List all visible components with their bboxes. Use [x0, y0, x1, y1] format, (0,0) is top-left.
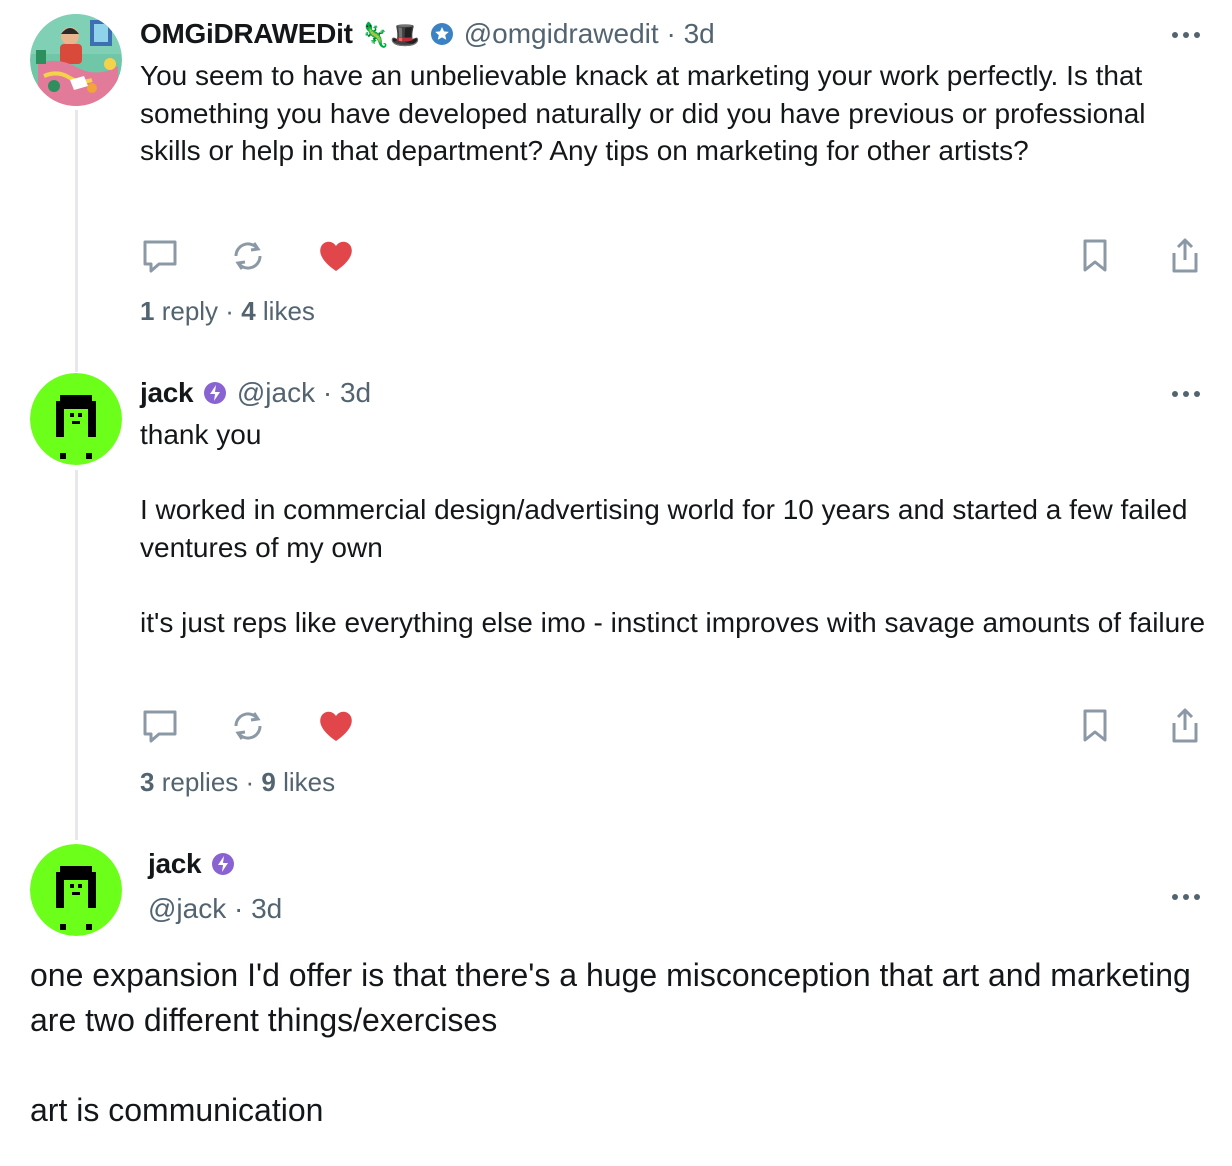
user-handle[interactable]: @omgidrawedit: [464, 18, 659, 49]
post-text: I worked in commercial design/advertisin…: [140, 494, 1188, 563]
user-handle[interactable]: @jack: [148, 893, 226, 924]
post-jack-reply[interactable]: jack @jack · 3d thank you I worked in co…: [0, 360, 1232, 820]
separator-dot: ·: [245, 767, 262, 797]
separator-dot: ·: [666, 18, 676, 49]
avatar-omgidrawedit[interactable]: [30, 14, 122, 106]
reply-icon[interactable]: [140, 706, 180, 746]
post-time[interactable]: 3d: [684, 18, 715, 49]
thread-view: OMGiDRAWEDit 🦎🎩 @omgidrawedit · 3d You s…: [0, 0, 1232, 1166]
likes-stat[interactable]: 9 likes: [261, 767, 335, 797]
replies-stat[interactable]: 3 replies: [140, 767, 238, 797]
verified-badge-icon: [430, 20, 454, 54]
replies-stat[interactable]: 1 reply: [140, 296, 218, 326]
verified-badge-icon: [211, 850, 235, 884]
likes-stat[interactable]: 4 likes: [241, 296, 315, 326]
post-subheader: @jack · 3d: [148, 892, 282, 926]
share-icon[interactable]: [1165, 236, 1205, 276]
more-icon[interactable]: [1170, 30, 1202, 40]
post-jack-focused[interactable]: jack @jack · 3d one expansion I'd offer …: [0, 820, 1232, 1166]
post-omgidrawedit[interactable]: OMGiDRAWEDit 🦎🎩 @omgidrawedit · 3d You s…: [0, 0, 1232, 360]
share-icon[interactable]: [1165, 706, 1205, 746]
display-name[interactable]: OMGiDRAWEDit: [140, 18, 353, 49]
separator-dot: ·: [322, 377, 333, 408]
post-body: thank you I worked in commercial design/…: [140, 416, 1210, 641]
pixel-avatar-icon: [30, 373, 122, 465]
repost-icon[interactable]: [228, 706, 268, 746]
post-text: art is communication: [30, 1092, 324, 1128]
verified-badge-icon: [203, 379, 227, 413]
action-bar: [140, 236, 1210, 276]
more-icon[interactable]: [1170, 389, 1202, 399]
post-time[interactable]: 3d: [340, 377, 371, 408]
post-body: You seem to have an unbelievable knack a…: [140, 57, 1210, 170]
post-text: thank you: [140, 419, 262, 450]
post-header: jack @jack · 3d: [140, 376, 371, 413]
name-emojis: 🦎🎩: [360, 22, 421, 49]
post-text: one expansion I'd offer is that there's …: [30, 957, 1191, 1038]
repost-icon[interactable]: [228, 236, 268, 276]
display-name[interactable]: jack: [140, 377, 194, 408]
display-name[interactable]: jack: [148, 848, 202, 879]
post-header: jack: [148, 847, 237, 884]
reply-icon[interactable]: [140, 236, 180, 276]
bookmark-icon[interactable]: [1075, 706, 1115, 746]
separator-dot: ·: [225, 296, 242, 326]
bookmark-icon[interactable]: [1075, 236, 1115, 276]
avatar-illustration-icon: [30, 14, 122, 106]
avatar-jack[interactable]: [30, 373, 122, 465]
pixel-avatar-icon: [30, 844, 122, 936]
more-icon[interactable]: [1170, 892, 1202, 902]
user-handle[interactable]: @jack: [237, 377, 315, 408]
post-text: You seem to have an unbelievable knack a…: [140, 60, 1146, 166]
heart-icon[interactable]: [316, 706, 356, 746]
post-text: it's just reps like everything else imo …: [140, 606, 1206, 638]
action-bar: [140, 706, 1210, 746]
post-body: one expansion I'd offer is that there's …: [30, 953, 1210, 1133]
heart-icon[interactable]: [316, 236, 356, 276]
post-header: OMGiDRAWEDit 🦎🎩 @omgidrawedit · 3d: [140, 17, 715, 54]
avatar-jack[interactable]: [30, 844, 122, 936]
post-stats: 1 reply · 4 likes: [140, 296, 315, 327]
separator-dot: ·: [234, 893, 244, 924]
post-stats: 3 replies · 9 likes: [140, 767, 335, 798]
post-time[interactable]: 3d: [251, 893, 282, 924]
